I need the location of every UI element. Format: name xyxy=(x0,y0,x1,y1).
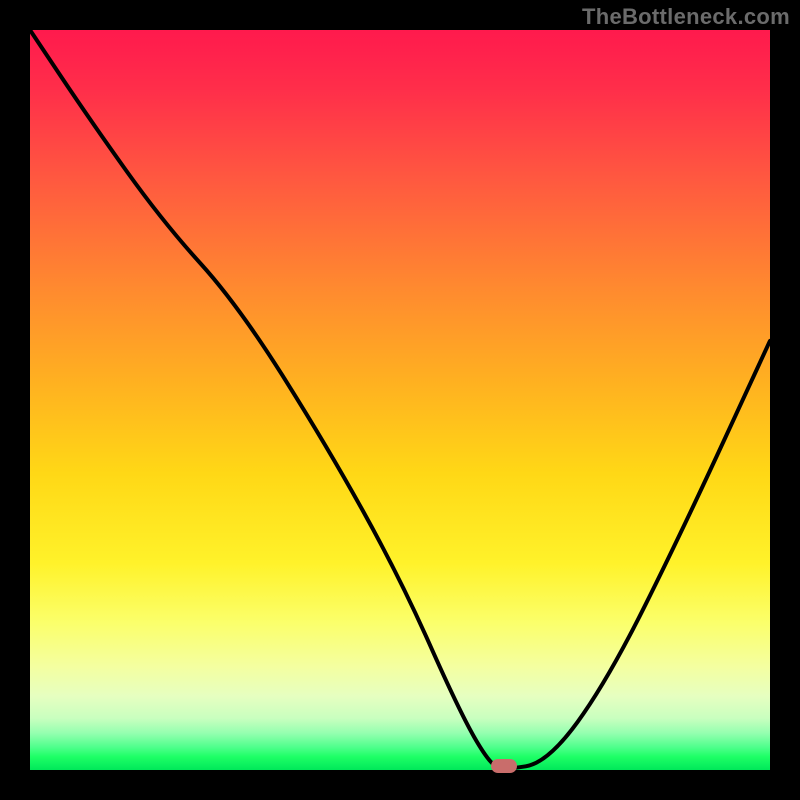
plot-area xyxy=(30,30,770,770)
optimal-marker xyxy=(491,759,517,773)
watermark-text: TheBottleneck.com xyxy=(582,4,790,30)
bottleneck-curve xyxy=(30,30,770,770)
chart-frame: TheBottleneck.com xyxy=(0,0,800,800)
